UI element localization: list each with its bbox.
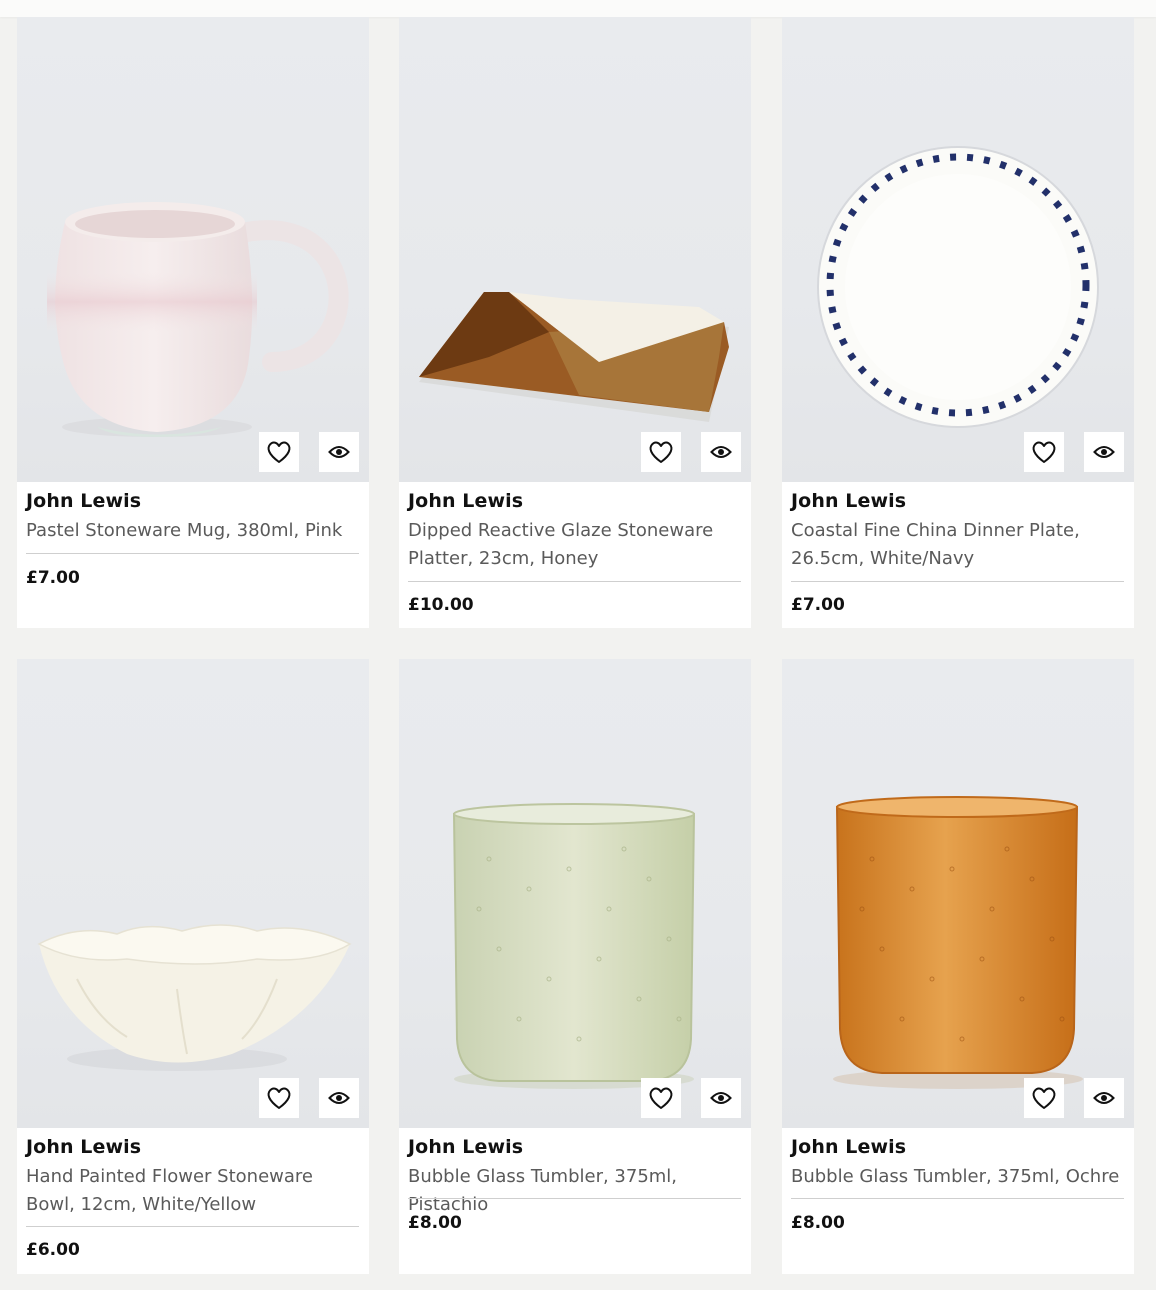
quick-view-button[interactable] <box>1084 1078 1124 1118</box>
heart-icon <box>649 441 673 463</box>
divider <box>26 553 359 554</box>
quick-view-button[interactable] <box>701 1078 741 1118</box>
quick-view-button[interactable] <box>319 1078 359 1118</box>
product-image[interactable] <box>17 659 369 1128</box>
product-price: £8.00 <box>791 1213 845 1233</box>
wishlist-button[interactable] <box>259 432 299 472</box>
product-price: £8.00 <box>408 1213 462 1233</box>
product-brand: John Lewis <box>26 490 142 512</box>
product-image[interactable] <box>399 659 751 1128</box>
product-card[interactable]: John Lewis Bubble Glass Tumbler, 375ml, … <box>399 659 751 1274</box>
quick-view-button[interactable] <box>701 432 741 472</box>
heart-icon <box>1032 1087 1056 1109</box>
product-title[interactable]: Bubble Glass Tumbler, 375ml, Ochre <box>791 1163 1121 1191</box>
quick-view-button[interactable] <box>319 432 359 472</box>
product-brand: John Lewis <box>791 1136 907 1158</box>
quick-view-button[interactable] <box>1084 432 1124 472</box>
product-price: £6.00 <box>26 1240 80 1260</box>
product-title[interactable]: Hand Painted Flower Stoneware Bowl, 12cm… <box>26 1163 356 1219</box>
product-price: £7.00 <box>791 595 845 615</box>
product-image[interactable] <box>17 17 369 482</box>
eye-icon <box>328 446 350 458</box>
product-price: £7.00 <box>26 568 80 588</box>
divider <box>791 1198 1124 1199</box>
divider <box>791 581 1124 582</box>
wishlist-button[interactable] <box>259 1078 299 1118</box>
product-title[interactable]: Pastel Stoneware Mug, 380ml, Pink <box>26 517 356 545</box>
product-title[interactable]: Dipped Reactive Glaze Stoneware Platter,… <box>408 517 738 573</box>
product-brand: John Lewis <box>791 490 907 512</box>
product-grid: John Lewis Pastel Stoneware Mug, 380ml, … <box>0 0 1156 1290</box>
product-image[interactable] <box>782 17 1134 482</box>
eye-icon <box>710 1092 732 1104</box>
eye-icon <box>328 1092 350 1104</box>
heart-icon <box>267 1087 291 1109</box>
heart-icon <box>649 1087 673 1109</box>
wishlist-button[interactable] <box>641 432 681 472</box>
wishlist-button[interactable] <box>1024 1078 1064 1118</box>
eye-icon <box>1093 446 1115 458</box>
product-brand: John Lewis <box>408 490 524 512</box>
product-card[interactable]: John Lewis Pastel Stoneware Mug, 380ml, … <box>17 17 369 628</box>
product-image[interactable] <box>399 17 751 482</box>
divider <box>26 1226 359 1227</box>
product-brand: John Lewis <box>26 1136 142 1158</box>
divider <box>408 581 741 582</box>
wishlist-button[interactable] <box>641 1078 681 1118</box>
heart-icon <box>267 441 291 463</box>
product-title[interactable]: Bubble Glass Tumbler, 375ml, Pistachio <box>408 1163 738 1219</box>
product-card[interactable]: John Lewis Coastal Fine China Dinner Pla… <box>782 17 1134 628</box>
product-image[interactable] <box>782 659 1134 1128</box>
heart-icon <box>1032 441 1056 463</box>
product-brand: John Lewis <box>408 1136 524 1158</box>
divider <box>408 1198 741 1199</box>
product-price: £10.00 <box>408 595 474 615</box>
product-card[interactable]: John Lewis Hand Painted Flower Stoneware… <box>17 659 369 1274</box>
product-card[interactable]: John Lewis Dipped Reactive Glaze Stonewa… <box>399 17 751 628</box>
wishlist-button[interactable] <box>1024 432 1064 472</box>
product-card[interactable]: John Lewis Bubble Glass Tumbler, 375ml, … <box>782 659 1134 1274</box>
eye-icon <box>1093 1092 1115 1104</box>
product-title[interactable]: Coastal Fine China Dinner Plate, 26.5cm,… <box>791 517 1121 573</box>
eye-icon <box>710 446 732 458</box>
